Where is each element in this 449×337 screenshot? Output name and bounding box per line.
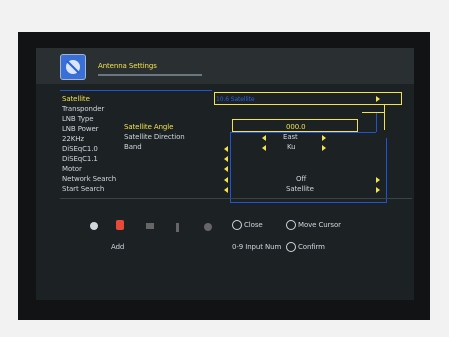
menu-item-22khz[interactable]: 22KHz (62, 134, 84, 144)
direction-right-arrow[interactable] (322, 135, 326, 141)
satellite-angle-value: 000.0 (286, 123, 306, 131)
start-search-right-arrow[interactable] (376, 187, 380, 193)
confirm-icon (286, 242, 296, 252)
band-right-arrow[interactable] (322, 145, 326, 151)
menu-item-start-search[interactable]: Start Search (62, 184, 104, 194)
connector-line (230, 132, 231, 202)
connector-line (230, 132, 376, 133)
menu-item-motor[interactable]: Motor (62, 164, 82, 174)
satellite-dish-icon (60, 54, 86, 80)
header-accent-line (98, 74, 202, 76)
add-icon (116, 220, 124, 230)
menu-item-diseqc10[interactable]: DiSEqC1.0 (62, 144, 98, 154)
connector-line (384, 104, 385, 130)
start-search-left-arrow[interactable] (224, 187, 228, 193)
network-left-arrow[interactable] (224, 177, 228, 183)
close-icon (232, 220, 242, 230)
motor-left-arrow[interactable] (224, 166, 228, 172)
menu-item-lnb-type[interactable]: LNB Type (62, 114, 94, 124)
connector-line (60, 90, 212, 91)
band-label: Band (124, 143, 142, 151)
menu-item-network-search[interactable]: Network Search (62, 174, 116, 184)
footer-divider (60, 198, 412, 199)
satellite-angle-label: Satellite Angle (124, 123, 174, 131)
satellite-value: 10.6 Satellite (216, 96, 255, 103)
page-title: Antenna Settings (98, 62, 157, 70)
move-cursor-icon (286, 220, 296, 230)
confirm-label[interactable]: Confirm (298, 242, 325, 252)
satellite-direction-value: East (283, 133, 298, 141)
info-icon (176, 223, 179, 232)
diseqc10-left-arrow[interactable] (224, 146, 228, 152)
satellite-right-arrow[interactable] (376, 96, 380, 102)
menu-item-lnb-power[interactable]: LNB Power (62, 124, 99, 134)
connector-line (362, 112, 384, 113)
band-left-arrow[interactable] (262, 145, 266, 151)
header-bar (36, 48, 414, 84)
network-search-value: Off (296, 175, 307, 183)
add-label: Add (111, 243, 125, 251)
connector-line (230, 202, 386, 203)
connector-line (376, 113, 377, 132)
menu-item-diseqc11[interactable]: DiSEqC1.1 (62, 154, 98, 164)
settings-icon (204, 223, 212, 231)
move-cursor-label[interactable]: Move Cursor (298, 220, 341, 230)
input-num-label: 0-9 Input Num (232, 243, 282, 251)
direction-left-arrow[interactable] (262, 135, 266, 141)
satellite-direction-label: Satellite Direction (124, 133, 185, 141)
signal-icon (146, 223, 154, 229)
diseqc11-left-arrow[interactable] (224, 156, 228, 162)
start-search-value: Satellite (286, 185, 314, 193)
menu-item-transponder[interactable]: Transponder (62, 104, 104, 114)
connector-line (386, 138, 387, 203)
close-label[interactable]: Close (244, 220, 263, 230)
network-right-arrow[interactable] (376, 177, 380, 183)
menu-item-satellite[interactable]: Satellite (62, 94, 90, 104)
band-value: Ku (287, 143, 296, 151)
gear-icon (90, 222, 98, 230)
